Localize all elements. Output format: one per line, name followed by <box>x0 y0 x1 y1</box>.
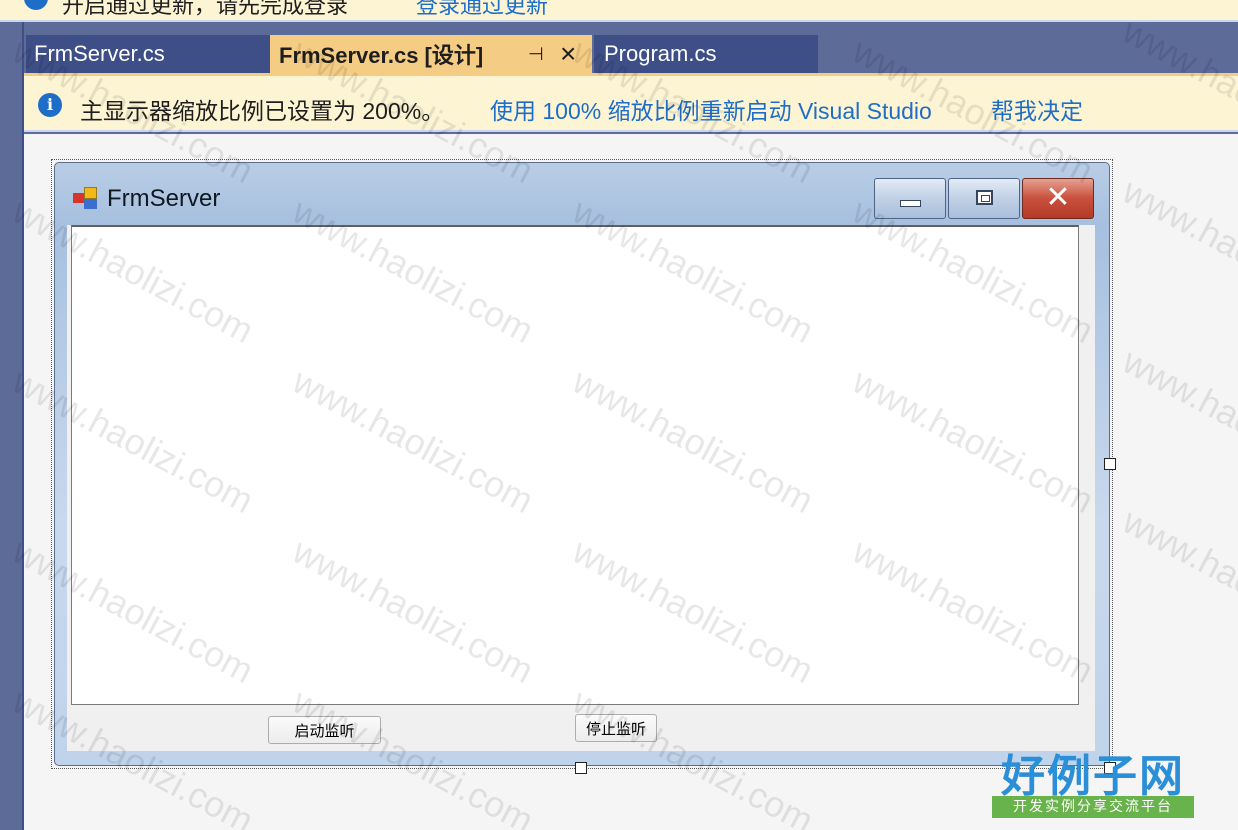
dpi-info-bar: i 主显示器缩放比例已设置为 200%。 使用 100% 缩放比例重新启动 Vi… <box>24 76 1238 132</box>
form-client-area: 启动监听 停止监听 <box>67 225 1095 751</box>
tab-program[interactable]: Program.cs <box>594 35 818 73</box>
help-me-decide-link[interactable]: 帮我决定 <box>991 92 1083 126</box>
tab-label: Program.cs <box>604 41 717 66</box>
login-link[interactable]: 登录通过更新 <box>416 0 548 20</box>
tab-frmserver-design[interactable]: FrmServer.cs [设计] ⊣ × <box>270 35 592 73</box>
tab-frmserver-code[interactable]: FrmServer.cs <box>26 35 270 73</box>
maximize-button[interactable] <box>948 178 1020 219</box>
info-icon <box>24 0 48 10</box>
restart-at-100-link[interactable]: 使用 100% 缩放比例重新启动 Visual Studio <box>490 92 932 126</box>
designer-surface[interactable]: FrmServer ✕ 启动监听 停止监听 <box>24 134 1238 830</box>
form-title: FrmServer <box>107 185 221 212</box>
site-logo: 好例子网 开发实例分享交流平台 <box>990 740 1196 820</box>
stop-listen-button[interactable]: 停止监听 <box>575 714 657 742</box>
left-tool-strip <box>0 22 24 830</box>
update-notification-message: 开启通过更新，请先完成登录 <box>62 0 349 18</box>
dpi-info-message: 主显示器缩放比例已设置为 200%。 <box>80 98 445 124</box>
start-listen-button[interactable]: 启动监听 <box>268 716 381 744</box>
tab-label: FrmServer.cs <box>34 41 165 66</box>
form-icon <box>73 187 99 209</box>
document-tab-strip: FrmServer.cs FrmServer.cs [设计] ⊣ × Progr… <box>24 22 1238 76</box>
site-logo-tagline: 开发实例分享交流平台 <box>992 796 1194 818</box>
resize-handle-bottom[interactable] <box>575 762 587 774</box>
minimize-icon <box>900 200 921 207</box>
pin-icon[interactable]: ⊣ <box>528 44 544 65</box>
close-icon[interactable]: × <box>560 38 576 70</box>
resize-handle-right[interactable] <box>1104 458 1116 470</box>
form-window[interactable]: FrmServer ✕ 启动监听 停止监听 <box>54 162 1110 766</box>
tab-label: FrmServer.cs [设计] <box>279 43 484 68</box>
message-textbox[interactable] <box>71 225 1079 705</box>
minimize-button[interactable] <box>874 178 946 219</box>
maximize-icon <box>976 190 993 205</box>
form-close-button[interactable]: ✕ <box>1022 178 1094 219</box>
close-icon: ✕ <box>1045 180 1071 215</box>
update-notification-bar: 开启通过更新，请先完成登录 登录通过更新 <box>0 0 1238 22</box>
info-icon: i <box>38 93 62 117</box>
site-logo-title: 好例子网 <box>1001 751 1185 802</box>
